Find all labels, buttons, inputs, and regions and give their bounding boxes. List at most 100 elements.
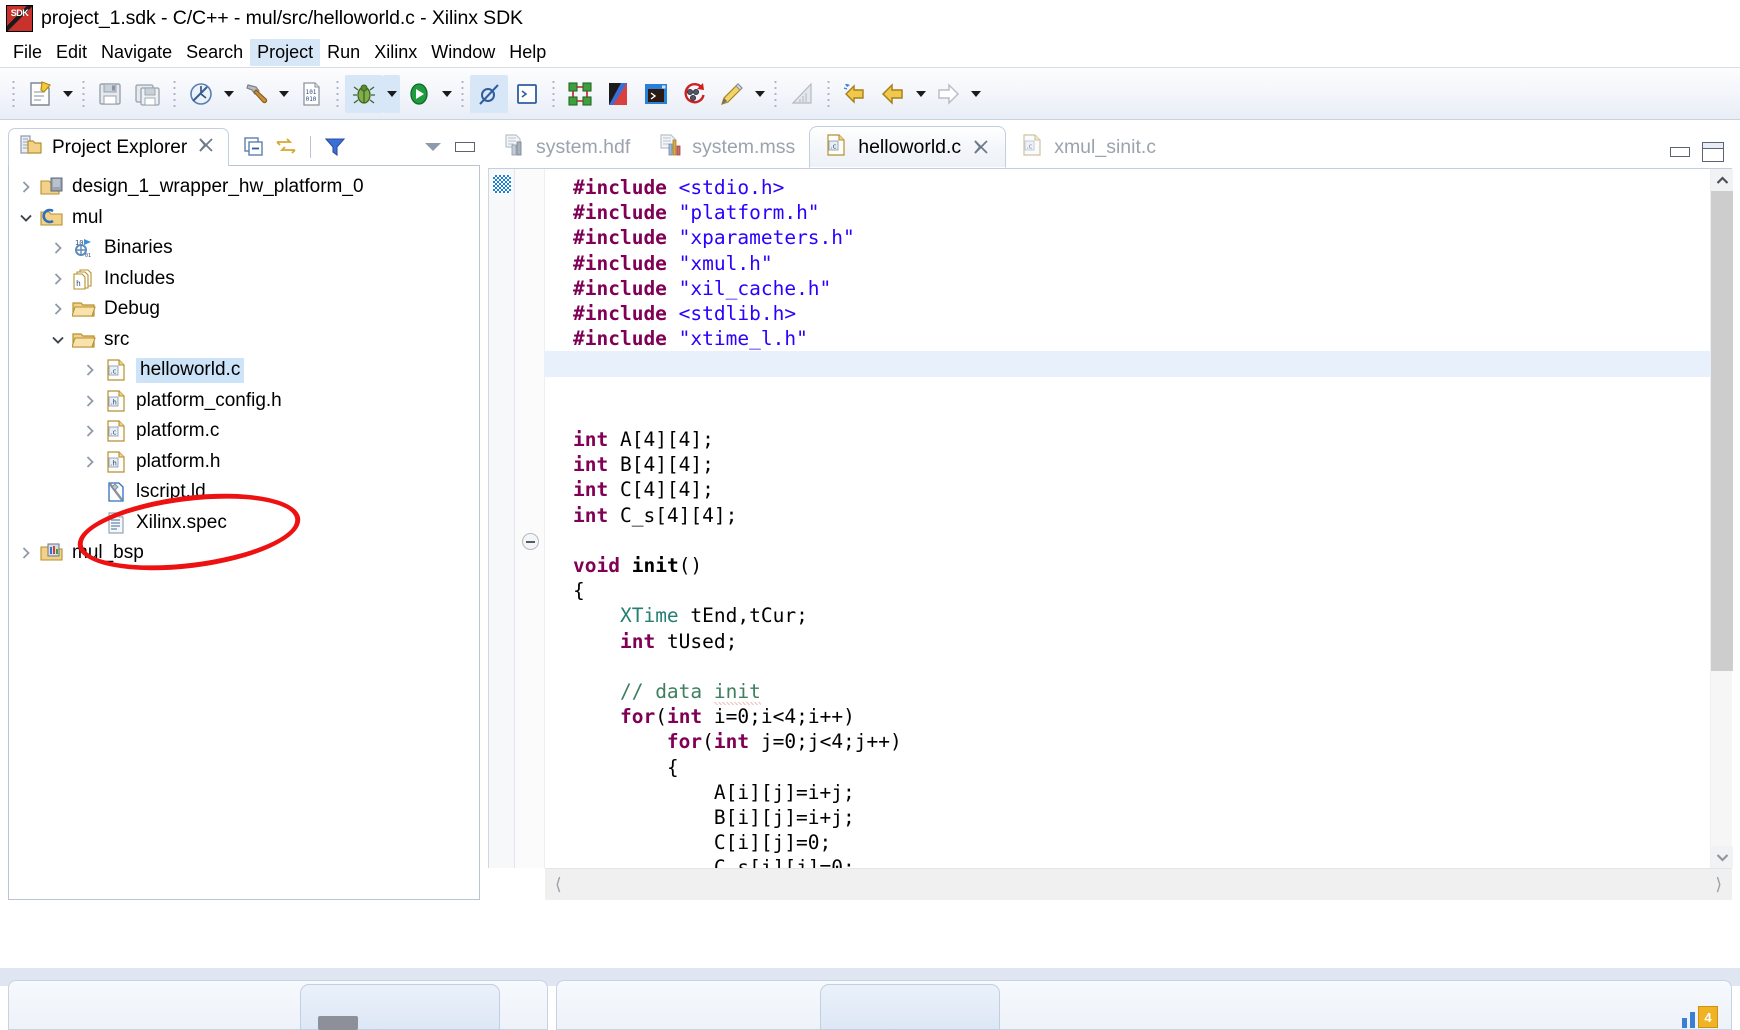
tree-item-mul[interactable]: mul: [9, 203, 479, 234]
save-all-button[interactable]: [129, 75, 167, 113]
build-all-dropdown[interactable]: [220, 75, 237, 113]
filter-funnel-icon[interactable]: [320, 132, 350, 162]
binary-file-button[interactable]: 101 010: [292, 75, 330, 113]
skip-breakpoints-button[interactable]: [470, 74, 508, 113]
forward-arrow-dropdown[interactable]: [967, 75, 984, 113]
tree-item-platform-c[interactable]: .c platform.c: [9, 416, 479, 447]
tree-item-mul-bsp[interactable]: mul_bsp: [9, 538, 479, 569]
chevron-right-icon[interactable]: [13, 540, 39, 566]
link-with-editor-icon[interactable]: [271, 132, 301, 162]
back-arrow-button[interactable]: [874, 75, 912, 113]
repository-refresh-button[interactable]: [675, 75, 713, 113]
tree-label: mul_bsp: [72, 542, 144, 564]
code-viewport[interactable]: #include <stdio.h> #include "platform.h"…: [545, 169, 1710, 868]
back-annotate-button[interactable]: [836, 75, 874, 113]
tree-item-binaries[interactable]: 10 01 Binaries: [9, 233, 479, 264]
project-tree-rows: design_1_wrapper_hw_platform_0 mul 10 01…: [9, 166, 479, 569]
editor-horizontal-scrollbar[interactable]: ⟨ ⟩: [545, 868, 1732, 900]
source-code[interactable]: #include <stdio.h> #include "platform.h"…: [545, 169, 1710, 868]
menu-window[interactable]: Window: [424, 39, 502, 66]
terminal-button[interactable]: [508, 75, 546, 113]
tab-project-explorer[interactable]: Project Explorer: [8, 128, 230, 166]
chevron-right-icon[interactable]: [77, 357, 103, 383]
menu-file[interactable]: File: [6, 39, 49, 66]
editor-tab-system-mss[interactable]: system.mss: [644, 126, 809, 168]
program-fpga-button[interactable]: [637, 75, 675, 113]
editor-tab-system-hdf[interactable]: system.hdf: [488, 126, 644, 168]
pencil-edit-button[interactable]: [713, 75, 751, 113]
new-file-button[interactable]: [21, 75, 59, 113]
bottom-right-view[interactable]: [556, 980, 1732, 1030]
menu-run[interactable]: Run: [320, 39, 367, 66]
chevron-down-icon[interactable]: [1711, 846, 1733, 868]
editor-vertical-scrollbar[interactable]: [1710, 169, 1733, 868]
tree-item-lscript-ld[interactable]: lscript.ld: [9, 477, 479, 508]
debug-button[interactable]: [345, 74, 383, 113]
editor-fold-ruler[interactable]: [515, 169, 545, 868]
menu-xilinx[interactable]: Xilinx: [367, 39, 424, 66]
build-project-button[interactable]: [237, 75, 275, 113]
editor-tab-label: system.hdf: [536, 135, 631, 158]
view-menu-icon[interactable]: [418, 132, 448, 162]
menu-navigate[interactable]: Navigate: [94, 39, 179, 66]
chevron-right-icon[interactable]: [45, 296, 71, 322]
spec-file-icon: [103, 511, 129, 535]
chevron-right-icon[interactable]: [77, 388, 103, 414]
ruler-measure-button[interactable]: [783, 75, 821, 113]
chevron-down-icon[interactable]: [13, 205, 39, 231]
menu-help[interactable]: Help: [502, 39, 553, 66]
svg-text:101: 101: [306, 89, 317, 96]
run-dropdown[interactable]: [438, 75, 455, 113]
menu-search[interactable]: Search: [179, 39, 250, 66]
chevron-left-icon[interactable]: ⟨: [555, 875, 562, 895]
build-all-button[interactable]: [182, 75, 220, 113]
tree-item-design_1_wrapper_hw_platform_0[interactable]: design_1_wrapper_hw_platform_0: [9, 172, 479, 203]
new-file-dropdown[interactable]: [59, 75, 76, 113]
close-x-icon[interactable]: [971, 137, 991, 157]
back-arrow-dropdown[interactable]: [912, 75, 929, 113]
main-toolbar: 101 010: [0, 68, 1740, 120]
chevron-right-icon[interactable]: ⟩: [1715, 875, 1722, 895]
toolbar-separator: [552, 78, 555, 109]
tree-item-includes[interactable]: h Includes: [9, 264, 479, 295]
minimize-view-icon[interactable]: [1670, 147, 1690, 157]
tree-item-platform-config-h[interactable]: .h platform_config.h: [9, 386, 479, 417]
sdk-app-icon-label: SDK: [10, 8, 29, 18]
run-button[interactable]: [400, 75, 438, 113]
editor-body: #include <stdio.h> #include "platform.h"…: [488, 169, 1733, 868]
chevron-up-icon[interactable]: [1711, 169, 1733, 191]
menu-edit[interactable]: Edit: [49, 39, 94, 66]
chevron-down-icon[interactable]: [45, 327, 71, 353]
maximize-view-icon[interactable]: [1702, 142, 1724, 162]
editor-tab-xmul-sinit-c[interactable]: .c xmul_sinit.c: [1006, 126, 1170, 168]
editor-marker-ruler[interactable]: [489, 169, 515, 868]
xilinx-tools-button[interactable]: [599, 75, 637, 113]
tree-item-src[interactable]: src: [9, 325, 479, 356]
collapse-function-icon[interactable]: [522, 533, 539, 550]
tree-item-helloworld-c[interactable]: .c helloworld.c: [9, 355, 479, 386]
close-x-icon[interactable]: [196, 135, 216, 160]
bottom-view-tab-right[interactable]: [820, 984, 1000, 1030]
chevron-right-icon[interactable]: [77, 449, 103, 475]
tree-item-debug[interactable]: Debug: [9, 294, 479, 325]
project-tree[interactable]: design_1_wrapper_hw_platform_0 mul 10 01…: [8, 165, 480, 900]
chevron-right-icon[interactable]: [77, 418, 103, 444]
scrollbar-thumb[interactable]: [1711, 191, 1733, 671]
collapse-all-icon[interactable]: [239, 132, 269, 162]
hardware-config-button[interactable]: [561, 75, 599, 113]
tree-item-platform-h[interactable]: .h platform.h: [9, 447, 479, 478]
toolbar-divider: [310, 136, 312, 158]
chevron-right-icon[interactable]: [45, 266, 71, 292]
save-button[interactable]: [91, 75, 129, 113]
minimize-view-icon[interactable]: [450, 132, 480, 162]
chevron-right-icon[interactable]: [45, 235, 71, 261]
pencil-edit-dropdown[interactable]: [751, 75, 768, 113]
chevron-right-icon[interactable]: [13, 174, 39, 200]
build-project-dropdown[interactable]: [275, 75, 292, 113]
menu-project[interactable]: Project: [250, 39, 321, 66]
hw-platform-icon: [39, 175, 65, 199]
editor-tab-helloworld-c[interactable]: .c helloworld.c: [809, 126, 1007, 168]
debug-dropdown[interactable]: [383, 74, 400, 113]
forward-arrow-button[interactable]: [929, 75, 967, 113]
tree-item-xilinx-spec[interactable]: Xilinx.spec: [9, 508, 479, 539]
